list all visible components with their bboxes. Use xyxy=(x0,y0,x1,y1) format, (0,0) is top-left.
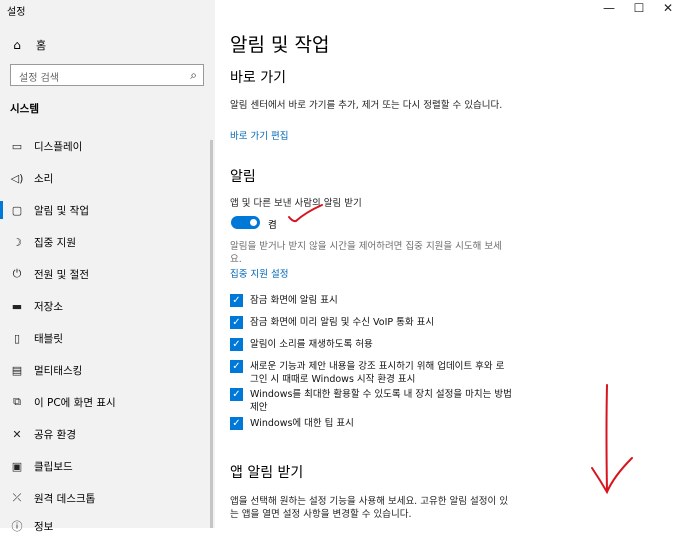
app-notifications-heading: 앱 알림 받기 xyxy=(230,465,304,481)
red-down-arrow-annotation xyxy=(605,384,608,493)
app-notifications-description: 앱을 선택해 원하는 설정 기능을 사용해 보세요. 고유한 알림 설정이 있 xyxy=(230,496,508,507)
toggle-knob xyxy=(250,219,257,226)
checkbox-label: Windows를 최대한 활용할 수 있도록 내 장치 설정을 마치는 방법 xyxy=(250,389,512,400)
checkbox-windows-tips[interactable]: ✓ xyxy=(230,417,243,430)
sidebar-item-multitasking[interactable]: ▤ 멀티태스킹 xyxy=(0,358,205,382)
edit-quick-actions-link[interactable]: 바로 가기 편집 xyxy=(230,128,288,142)
sidebar-item-storage[interactable]: ▬ 저장소 xyxy=(0,294,205,318)
focus-assist-settings-link[interactable]: 집중 지원 설정 xyxy=(230,266,288,280)
sidebar-item-label: 이 PC에 화면 표시 xyxy=(34,396,116,409)
sidebar-item-projecting[interactable]: ⧉ 이 PC에 화면 표시 xyxy=(0,390,205,414)
sidebar-item-label: 정보 xyxy=(34,520,54,533)
sidebar-item-label: 소리 xyxy=(34,172,54,185)
share-icon: ✕ xyxy=(12,427,22,441)
sidebar-item-label: 알림 및 작업 xyxy=(34,204,89,217)
clipboard-icon: ▣ xyxy=(11,459,23,473)
settings-search-box[interactable]: 설정 검색 ⌕ xyxy=(10,64,204,86)
sidebar-item-label: 디스플레이 xyxy=(34,140,83,153)
power-icon: ⏻ xyxy=(12,267,22,280)
sidebar-item-remote-desktop[interactable]: ⤫ 원격 데스크톱 xyxy=(0,486,205,510)
checkbox-label: Windows에 대한 팁 표시 xyxy=(250,418,354,429)
notifications-toggle-label: 앱 및 다른 보낸 사람의 알림 받기 xyxy=(230,198,362,209)
page-title: 알림 및 작업 xyxy=(230,34,330,56)
sidebar-item-tablet[interactable]: ▯ 태블릿 xyxy=(0,326,205,350)
sidebar-item-focus-assist[interactable]: ☽ 집중 지원 xyxy=(0,230,205,254)
sidebar-item-label: 클립보드 xyxy=(34,460,73,473)
checkbox-lock-screen-reminders-voip[interactable]: ✓ xyxy=(230,316,243,329)
quick-actions-description: 알림 센터에서 바로 가기를 추가, 제거 또는 다시 정렬할 수 있습니다. xyxy=(230,100,503,111)
remote-desktop-icon: ⤫ xyxy=(12,491,22,504)
sidebar-item-clipboard[interactable]: ▣ 클립보드 xyxy=(0,454,205,478)
project-icon: ⧉ xyxy=(13,395,21,408)
speaker-icon: ◁) xyxy=(10,171,24,185)
multitasking-icon: ▤ xyxy=(11,363,23,377)
sidebar-item-display[interactable]: ▭ 디스플레이 xyxy=(0,134,205,158)
quick-actions-heading: 바로 가기 xyxy=(230,70,286,86)
focus-assist-description: 알림을 받거나 받지 않을 시간을 제어하려면 집중 지원을 시도해 보세 xyxy=(230,241,502,252)
checkbox-lock-screen-notifications[interactable]: ✓ xyxy=(230,294,243,307)
checkbox-label: 새로운 기능과 제안 내용을 강조 표시하기 위해 업데이트 후와 로 xyxy=(250,361,505,372)
sidebar-item-shared[interactable]: ✕ 공유 환경 xyxy=(0,422,205,446)
sidebar-item-about[interactable]: ⓘ 정보 xyxy=(0,514,205,538)
notifications-toggle[interactable] xyxy=(231,216,260,229)
checkbox-welcome-experience[interactable]: ✓ xyxy=(230,360,243,373)
tablet-icon: ▯ xyxy=(13,331,21,345)
toggle-state-label: 켬 xyxy=(268,220,277,231)
sidebar-item-label: 원격 데스크톱 xyxy=(34,492,96,505)
maximize-button[interactable]: ☐ xyxy=(624,0,654,16)
home-nav-item[interactable]: ⌂ 홈 xyxy=(10,37,46,53)
sidebar-item-label: 전원 및 절전 xyxy=(34,268,89,281)
app-title: 설정 xyxy=(7,7,26,18)
checkbox-label: 알림이 소리를 재생하도록 허용 xyxy=(250,339,373,350)
notification-icon: ▢ xyxy=(11,203,23,217)
sidebar-item-label: 저장소 xyxy=(34,300,63,313)
close-button[interactable]: ✕ xyxy=(653,0,683,16)
sidebar-item-label: 멀티태스킹 xyxy=(34,364,83,377)
sidebar-item-sound[interactable]: ◁) 소리 xyxy=(0,166,205,190)
sidebar-item-label: 집중 지원 xyxy=(34,236,76,249)
sidebar-item-notifications[interactable]: ▢ 알림 및 작업 xyxy=(0,198,205,222)
checkbox-label: 잠금 화면에 알림 표시 xyxy=(250,295,338,306)
sidebar-item-label: 태블릿 xyxy=(34,332,63,345)
sidebar-item-label: 공유 환경 xyxy=(34,428,76,441)
search-input[interactable]: 설정 검색 xyxy=(19,73,59,84)
storage-icon: ▬ xyxy=(11,299,23,313)
sidebar-item-power[interactable]: ⏻ 전원 및 절전 xyxy=(0,262,205,286)
red-arrowhead-annotation xyxy=(591,457,633,495)
home-label: 홈 xyxy=(36,39,47,52)
checkbox-label-cont: 제안 xyxy=(250,402,268,413)
minimize-button[interactable]: — xyxy=(594,0,624,16)
sidebar-scrollbar[interactable] xyxy=(210,140,213,528)
moon-icon: ☽ xyxy=(12,235,22,249)
info-icon: ⓘ xyxy=(11,520,23,533)
notifications-heading: 알림 xyxy=(230,169,256,185)
display-icon: ▭ xyxy=(11,139,23,153)
app-notifications-description-cont: 는 앱을 열면 설정 사항을 변경할 수 있습니다. xyxy=(230,509,412,520)
search-icon[interactable]: ⌕ xyxy=(190,68,197,83)
sidebar: 설정 ⌂ 홈 설정 검색 ⌕ 시스템 ▭ 디스플레이 ◁) 소리 ▢ 알림 및 … xyxy=(0,0,215,533)
checkbox-finish-setup-suggestions[interactable]: ✓ xyxy=(230,388,243,401)
sidebar-group-title: 시스템 xyxy=(10,103,39,115)
home-icon: ⌂ xyxy=(13,38,21,52)
checkbox-label-cont: 그인 시 때때로 Windows 시작 환경 표시 xyxy=(250,374,416,385)
checkbox-notification-sounds[interactable]: ✓ xyxy=(230,338,243,351)
checkbox-label: 잠금 화면에 미리 알림 및 수신 VoIP 통화 표시 xyxy=(250,317,435,328)
focus-assist-description-cont: 요. xyxy=(230,254,242,265)
